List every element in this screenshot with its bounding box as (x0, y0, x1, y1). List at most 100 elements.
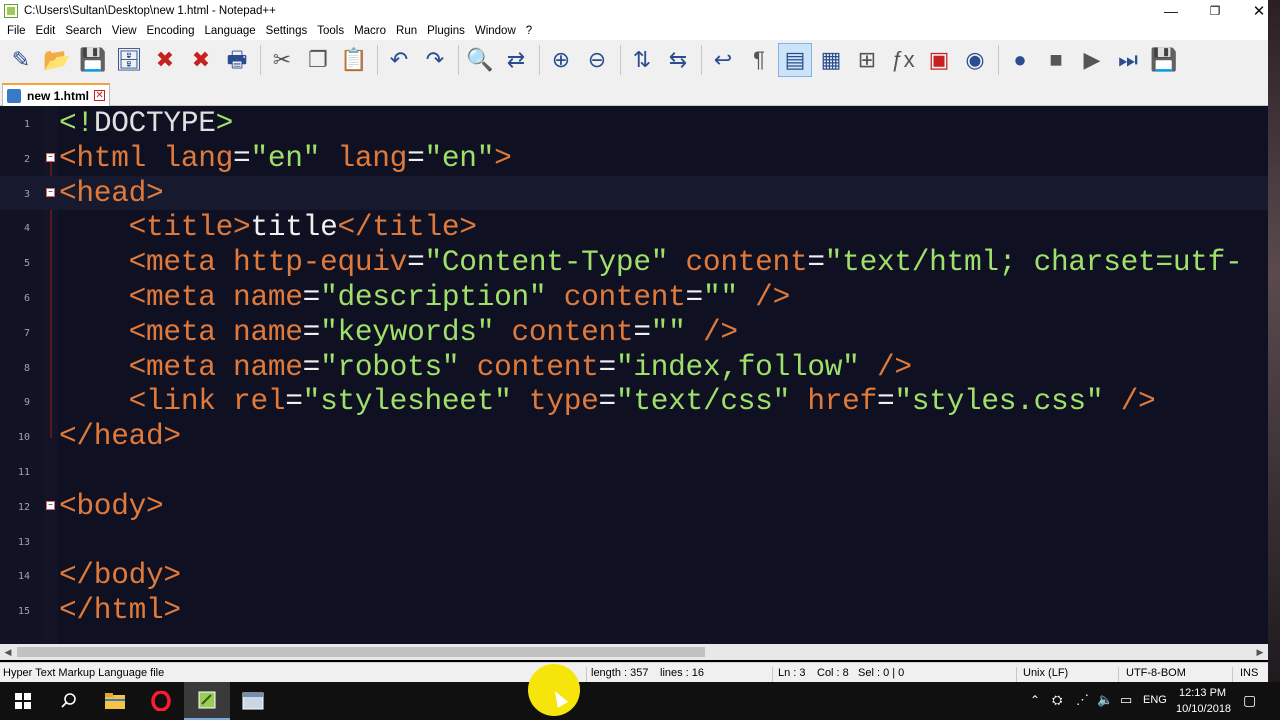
menu-edit[interactable]: Edit (31, 25, 61, 37)
code-editor[interactable]: 1 <!DOCTYPE> 2 − <html lang="en" lang="e… (0, 106, 1268, 644)
menu-tools[interactable]: Tools (312, 25, 349, 37)
show-all-characters-icon[interactable]: ¶ (742, 43, 776, 77)
show-hidden-icons-icon[interactable]: ⌃ (1030, 693, 1040, 707)
network-icon[interactable]: ⋰ (1076, 692, 1089, 708)
redo-icon[interactable]: ↷ (418, 43, 452, 77)
line-number: 9 (23, 397, 30, 409)
code-text: <meta http-equiv="Content-Type" content=… (128, 245, 1243, 280)
function-list-icon[interactable]: ⊞ (850, 43, 884, 77)
window-title: C:\Users\Sultan\Desktop\new 1.html - Not… (24, 5, 276, 17)
save-icon[interactable]: 💾 (76, 43, 110, 77)
language-indicator[interactable]: ENG (1143, 694, 1167, 706)
volume-icon[interactable]: 🔈 (1097, 692, 1113, 708)
menu-run[interactable]: Run (391, 25, 422, 37)
sync-horizontal-icon[interactable]: ⇆ (661, 43, 695, 77)
print-icon[interactable]: 🖶 (220, 43, 254, 77)
notifications-icon[interactable]: ▢ (1243, 692, 1256, 709)
fold-toggle-icon[interactable]: − (46, 500, 55, 510)
new-file-icon[interactable]: ✎ (4, 43, 38, 77)
code-text: <meta name="robots" content="index,follo… (128, 349, 912, 384)
tab-label: new 1.html (27, 88, 90, 103)
status-encoding: UTF-8-BOM (1126, 667, 1186, 679)
status-divider (1118, 667, 1119, 683)
code-line: 8 <meta name="robots" content="index,fol… (0, 350, 1268, 385)
find-icon[interactable]: 🔍 (463, 43, 497, 77)
line-number: 15 (17, 606, 30, 618)
horizontal-scrollbar[interactable]: ◀ ▶ (0, 644, 1268, 660)
save-macro-icon[interactable]: 💾 (1147, 43, 1181, 77)
start-button[interactable] (0, 682, 46, 720)
menu-macro[interactable]: Macro (349, 25, 391, 37)
save-all-icon[interactable]: 🗄 (112, 43, 146, 77)
replace-icon[interactable]: ⇄ (499, 43, 533, 77)
menu-view[interactable]: View (107, 25, 142, 37)
scrollbar-thumb[interactable] (17, 647, 705, 657)
tab-new-1-html[interactable]: new 1.html ✕ (2, 83, 110, 106)
menu-window[interactable]: Window (470, 25, 521, 37)
open-file-icon[interactable]: 📂 (40, 43, 74, 77)
status-sel: Sel : 0 | 0 (858, 667, 905, 679)
folder-as-workspace-icon[interactable]: ▣ (922, 43, 956, 77)
search-button[interactable] (46, 682, 92, 720)
notepad-plus-plus-taskbar-button[interactable] (184, 682, 230, 720)
sync-vertical-icon[interactable]: ⇅ (625, 43, 659, 77)
status-ln: Ln : 3 (778, 667, 806, 679)
menu-language[interactable]: Language (199, 25, 260, 37)
indent-guide-icon[interactable]: ▤ (778, 43, 812, 77)
minimize-button[interactable]: — (1148, 0, 1194, 22)
line-number: 8 (23, 362, 30, 374)
menu-search[interactable]: Search (60, 25, 106, 37)
line-number: 13 (17, 536, 30, 548)
app-window-button[interactable] (230, 682, 276, 720)
status-insert-mode: INS (1240, 667, 1259, 679)
file-explorer-button[interactable] (92, 682, 138, 720)
menu-plugins[interactable]: Plugins (422, 25, 470, 37)
search-icon (61, 693, 76, 708)
play-macro-icon[interactable]: ▶ (1075, 43, 1109, 77)
stop-macro-icon[interactable]: ■ (1039, 43, 1073, 77)
fold-toggle-icon[interactable]: − (46, 152, 55, 162)
fold-toggle-icon[interactable]: − (46, 187, 55, 197)
close-all-icon[interactable]: ✖ (184, 43, 218, 77)
undo-icon[interactable]: ↶ (382, 43, 416, 77)
record-macro-icon[interactable]: ● (1003, 43, 1037, 77)
clock-date[interactable]: 10/10/2018 (1176, 703, 1231, 715)
zoom-out-icon[interactable]: ⊖ (580, 43, 614, 77)
toolbar: ✎ 📂 💾 🗄 ✖ ✖ 🖶 ✂ ❐ 📋 ↶ ↷ 🔍 ⇄ ⊕ ⊖ ⇅ ⇆ ↩ ¶ … (0, 40, 1268, 80)
menu-help[interactable]: ? (521, 25, 537, 37)
scroll-left-icon[interactable]: ◀ (0, 644, 16, 660)
code-text: <title>title</title> (128, 210, 477, 245)
code-line: 7 <meta name="keywords" content="" /> (0, 315, 1268, 350)
status-divider (772, 667, 773, 683)
device-icon[interactable]: ⛭ (1052, 692, 1062, 708)
background-window-edge (1268, 0, 1280, 682)
opera-button[interactable] (138, 682, 184, 720)
word-wrap-icon[interactable]: ↩ (706, 43, 740, 77)
line-number: 4 (23, 223, 30, 235)
battery-icon[interactable]: ▭ (1120, 692, 1132, 708)
code-text: <!DOCTYPE> (59, 106, 234, 140)
run-macro-multiple-icon[interactable]: ⏭ (1111, 43, 1145, 77)
monitoring-icon[interactable]: ◉ (958, 43, 992, 77)
cut-icon[interactable]: ✂ (265, 43, 299, 77)
status-bar: Hyper Text Markup Language file length :… (0, 662, 1268, 683)
line-number: 6 (23, 293, 30, 304)
menu-encoding[interactable]: Encoding (142, 25, 200, 37)
code-line: 1 <!DOCTYPE> (0, 106, 1268, 141)
document-map-icon[interactable]: ▦ (814, 43, 848, 77)
paste-icon[interactable]: 📋 (337, 43, 371, 77)
menu-settings[interactable]: Settings (261, 25, 313, 37)
zoom-in-icon[interactable]: ⊕ (544, 43, 578, 77)
notepad-plus-plus-icon (198, 691, 216, 709)
windows-logo-icon (15, 693, 31, 709)
toolbar-separator (701, 45, 702, 75)
menu-file[interactable]: File (2, 25, 31, 37)
close-icon[interactable]: ✖ (148, 43, 182, 77)
copy-icon[interactable]: ❐ (301, 43, 335, 77)
scroll-right-icon[interactable]: ▶ (1252, 644, 1268, 660)
maximize-button[interactable]: ❐ (1192, 0, 1238, 22)
tab-bar: new 1.html ✕ (0, 80, 1268, 106)
tab-close-icon[interactable]: ✕ (94, 90, 106, 101)
clock-time[interactable]: 12:13 PM (1179, 687, 1226, 699)
function-icon[interactable]: ƒx (886, 43, 920, 77)
